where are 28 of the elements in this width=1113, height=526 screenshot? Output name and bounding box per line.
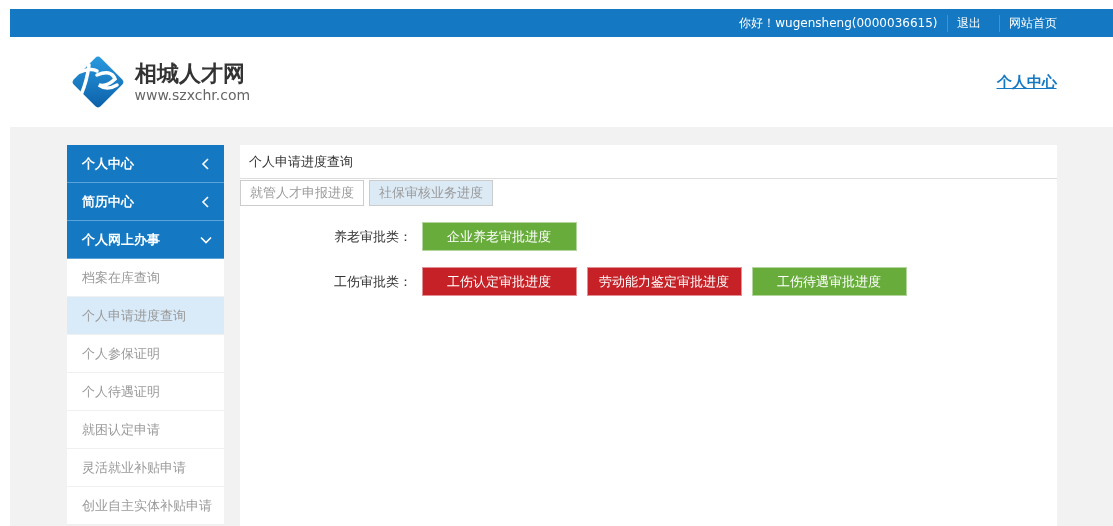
progress-button[interactable]: 企业养老审批进度 bbox=[421, 222, 577, 251]
sidebar-section[interactable]: 个人中心 bbox=[66, 145, 224, 183]
sidebar-item[interactable]: 档案在库查询 bbox=[66, 259, 224, 297]
panel-title: 个人申请进度查询 bbox=[239, 145, 1057, 179]
site-url: www.szxchr.com bbox=[134, 87, 251, 103]
sidebar-section[interactable]: 个人网上办事 bbox=[66, 221, 224, 259]
site-name: 相城人才网 bbox=[134, 61, 246, 87]
sidebar-item[interactable]: 灵活就业补贴申请 bbox=[66, 449, 224, 487]
top-link[interactable]: 网站首页 bbox=[998, 14, 1057, 32]
category-label: 工伤审批类： bbox=[332, 272, 412, 291]
sidebar-section[interactable]: 简历中心 bbox=[66, 183, 224, 221]
progress-button[interactable]: 工伤待遇审批进度 bbox=[751, 267, 907, 296]
category-label: 养老审批类： bbox=[332, 227, 412, 246]
personal-center-link[interactable]: 个人中心 bbox=[996, 72, 1057, 92]
section-label: 个人中心 bbox=[81, 154, 134, 173]
section-label: 个人网上办事 bbox=[81, 230, 160, 249]
sidebar-item[interactable]: 创业自主实体补贴申请 bbox=[66, 487, 224, 525]
sidebar-item[interactable]: 个人申请进度查询 bbox=[66, 297, 224, 335]
sidebar-item[interactable]: 个人参保证明 bbox=[66, 335, 224, 373]
progress-button[interactable]: 工伤认定审批进度 bbox=[421, 267, 577, 296]
greeting-text: 你好！wugensheng(0000036615) bbox=[739, 14, 938, 32]
sidebar-item[interactable]: 就困认定申请 bbox=[66, 411, 224, 449]
tab[interactable]: 社保审核业务进度 bbox=[368, 180, 493, 206]
top-link[interactable]: 退出 bbox=[946, 14, 990, 32]
section-label: 简历中心 bbox=[81, 192, 134, 211]
tab[interactable]: 就管人才申报进度 bbox=[239, 180, 364, 206]
sidebar-item[interactable]: 个人待遇证明 bbox=[66, 373, 224, 411]
progress-button[interactable]: 劳动能力鉴定审批进度 bbox=[586, 267, 742, 296]
